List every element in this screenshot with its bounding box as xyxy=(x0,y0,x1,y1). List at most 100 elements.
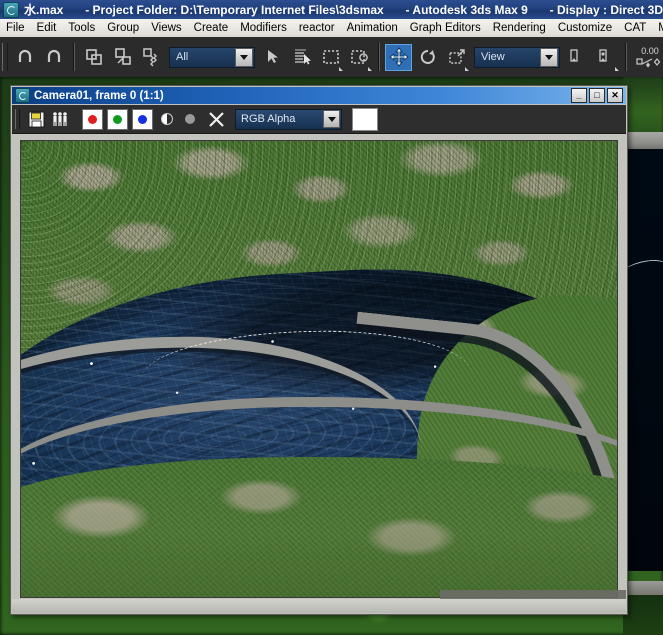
undo-button[interactable] xyxy=(12,44,39,71)
select-and-rotate-icon xyxy=(420,49,435,64)
foreground-shading xyxy=(21,477,617,597)
use-selection-center-icon xyxy=(598,49,607,62)
enable-blue-channel-button[interactable] xyxy=(132,108,153,130)
rendered-image-area[interactable] xyxy=(20,140,618,598)
use-pivot-point-center-button[interactable] xyxy=(564,44,591,71)
maximize-button[interactable]: □ xyxy=(589,88,605,103)
use-selection-center-button[interactable] xyxy=(593,44,620,71)
rendered-frame-window-title: Camera01, frame 0 (1:1) xyxy=(34,89,164,102)
viewport-right-strip xyxy=(623,77,663,635)
save-bitmap-button[interactable] xyxy=(25,108,47,130)
rendered-image xyxy=(21,141,617,597)
rendered-frame-window-title-bar[interactable]: Camera01, frame 0 (1:1) _ □ ✕ xyxy=(12,87,626,104)
viewport-water-band xyxy=(623,149,663,571)
use-pivot-point-center-icon xyxy=(569,49,578,62)
rendered-frame-window-toolbar: RGB Alpha xyxy=(12,105,626,134)
reference-coordinate-system-value: View xyxy=(481,51,505,63)
menu-item-animation[interactable]: Animation xyxy=(341,20,404,37)
menu-item-cat[interactable]: CAT xyxy=(618,20,652,37)
menu-item-views[interactable]: Views xyxy=(145,20,187,37)
unlink-selection-icon xyxy=(114,48,131,65)
angle-snap-toggle-button[interactable]: 0.00 xyxy=(632,44,663,71)
render-window-status-strip xyxy=(12,599,626,613)
viewport-water-highlight xyxy=(623,257,663,292)
enable-green-channel-button[interactable] xyxy=(107,108,128,130)
main-menu-bar: File Edit Tools Group Views Create Modif… xyxy=(0,19,663,38)
title-display-driver: - Display : Direct 3D xyxy=(549,2,663,17)
3dsmax-logo-icon xyxy=(15,88,30,103)
viewport-curb-band-lower xyxy=(623,581,663,595)
main-toolbar: All View 0.00 xyxy=(0,37,663,78)
window-crossing-toggle[interactable] xyxy=(346,44,373,71)
render-window-status-shadow xyxy=(440,590,626,599)
selection-filter-combo[interactable]: All xyxy=(169,46,255,68)
rendered-frame-window[interactable]: Camera01, frame 0 (1:1) _ □ ✕ RGB Alpha xyxy=(10,85,628,615)
select-by-name-button[interactable] xyxy=(288,44,315,71)
clear-button[interactable] xyxy=(205,108,227,130)
redo-button[interactable] xyxy=(41,44,68,71)
select-and-move-button[interactable] xyxy=(385,43,412,71)
menu-item-file[interactable]: File xyxy=(0,20,31,37)
menu-item-edit[interactable]: Edit xyxy=(31,20,63,37)
rectangular-select-region-icon xyxy=(322,50,339,64)
angle-snap-toggle-icon xyxy=(636,57,661,68)
menu-item-maxscript[interactable]: MAXScript xyxy=(652,20,663,37)
display-alpha-channel-button[interactable] xyxy=(157,110,176,129)
select-object-arrow-icon xyxy=(267,50,278,63)
menu-item-customize[interactable]: Customize xyxy=(552,20,618,37)
viewport-curb-band xyxy=(623,132,663,150)
display-alpha-channel-icon xyxy=(160,113,173,125)
menu-item-modifiers[interactable]: Modifiers xyxy=(234,20,293,37)
unlink-selection-button[interactable] xyxy=(109,44,136,71)
menu-item-create[interactable]: Create xyxy=(188,20,235,37)
select-by-name-icon xyxy=(294,49,311,65)
menu-item-group[interactable]: Group xyxy=(101,20,145,37)
enable-red-channel-button[interactable] xyxy=(82,108,103,130)
close-button[interactable]: ✕ xyxy=(607,88,623,103)
menu-item-graph-editors[interactable]: Graph Editors xyxy=(404,20,487,37)
chevron-down-icon[interactable] xyxy=(235,47,253,67)
undo-icon xyxy=(18,49,31,62)
clear-x-icon xyxy=(208,111,224,127)
title-project-folder: - Project Folder: D:\Temporary Internet … xyxy=(85,2,384,17)
select-and-link-button[interactable] xyxy=(80,44,107,71)
menu-item-reactor[interactable]: reactor xyxy=(293,20,341,37)
select-and-scale-button[interactable] xyxy=(443,44,470,71)
select-and-link-icon xyxy=(85,49,102,65)
chevron-down-icon[interactable] xyxy=(323,110,340,128)
select-object-button[interactable] xyxy=(259,44,286,71)
select-and-scale-icon xyxy=(448,49,465,64)
clone-rendered-frame-window-icon xyxy=(53,112,67,126)
title-file-name: 水.max xyxy=(24,3,64,17)
redo-icon xyxy=(47,49,60,62)
render-toolbar-grip[interactable] xyxy=(15,109,20,129)
monochrome-button[interactable] xyxy=(180,110,199,129)
snap-value: 0.00 xyxy=(641,45,659,56)
bind-to-space-warp-button[interactable] xyxy=(138,44,165,71)
menu-item-rendering[interactable]: Rendering xyxy=(487,20,552,37)
monochrome-icon xyxy=(184,114,195,124)
color-swatch[interactable] xyxy=(352,107,378,131)
select-and-rotate-button[interactable] xyxy=(414,44,441,71)
select-and-move-icon xyxy=(388,47,409,67)
blue-channel-icon xyxy=(138,114,147,124)
viewport-grass-band-lower xyxy=(623,595,663,635)
3dsmax-logo-icon xyxy=(3,1,19,18)
window-crossing-icon xyxy=(350,50,368,64)
chevron-down-icon[interactable] xyxy=(540,47,558,67)
green-channel-icon xyxy=(113,114,122,124)
minimize-button[interactable]: _ xyxy=(571,88,587,103)
rectangular-select-region-button[interactable] xyxy=(317,44,344,71)
menu-item-tools[interactable]: Tools xyxy=(62,20,101,37)
toolbar-grip[interactable] xyxy=(2,43,8,71)
reference-coordinate-system-combo[interactable]: View xyxy=(474,46,560,68)
application-title-bar: 水.max - Project Folder: D:\Temporary Int… xyxy=(0,0,663,19)
viewport-grass-band xyxy=(623,77,663,135)
channel-display-value: RGB Alpha xyxy=(241,113,296,125)
channel-display-combo[interactable]: RGB Alpha xyxy=(235,108,342,130)
save-bitmap-floppy-icon xyxy=(28,111,44,127)
clone-rendered-frame-window-button[interactable] xyxy=(49,108,71,130)
selection-filter-value: All xyxy=(176,51,189,63)
title-product-name: - Autodesk 3ds Max 9 xyxy=(405,2,528,17)
red-channel-icon xyxy=(88,114,97,124)
